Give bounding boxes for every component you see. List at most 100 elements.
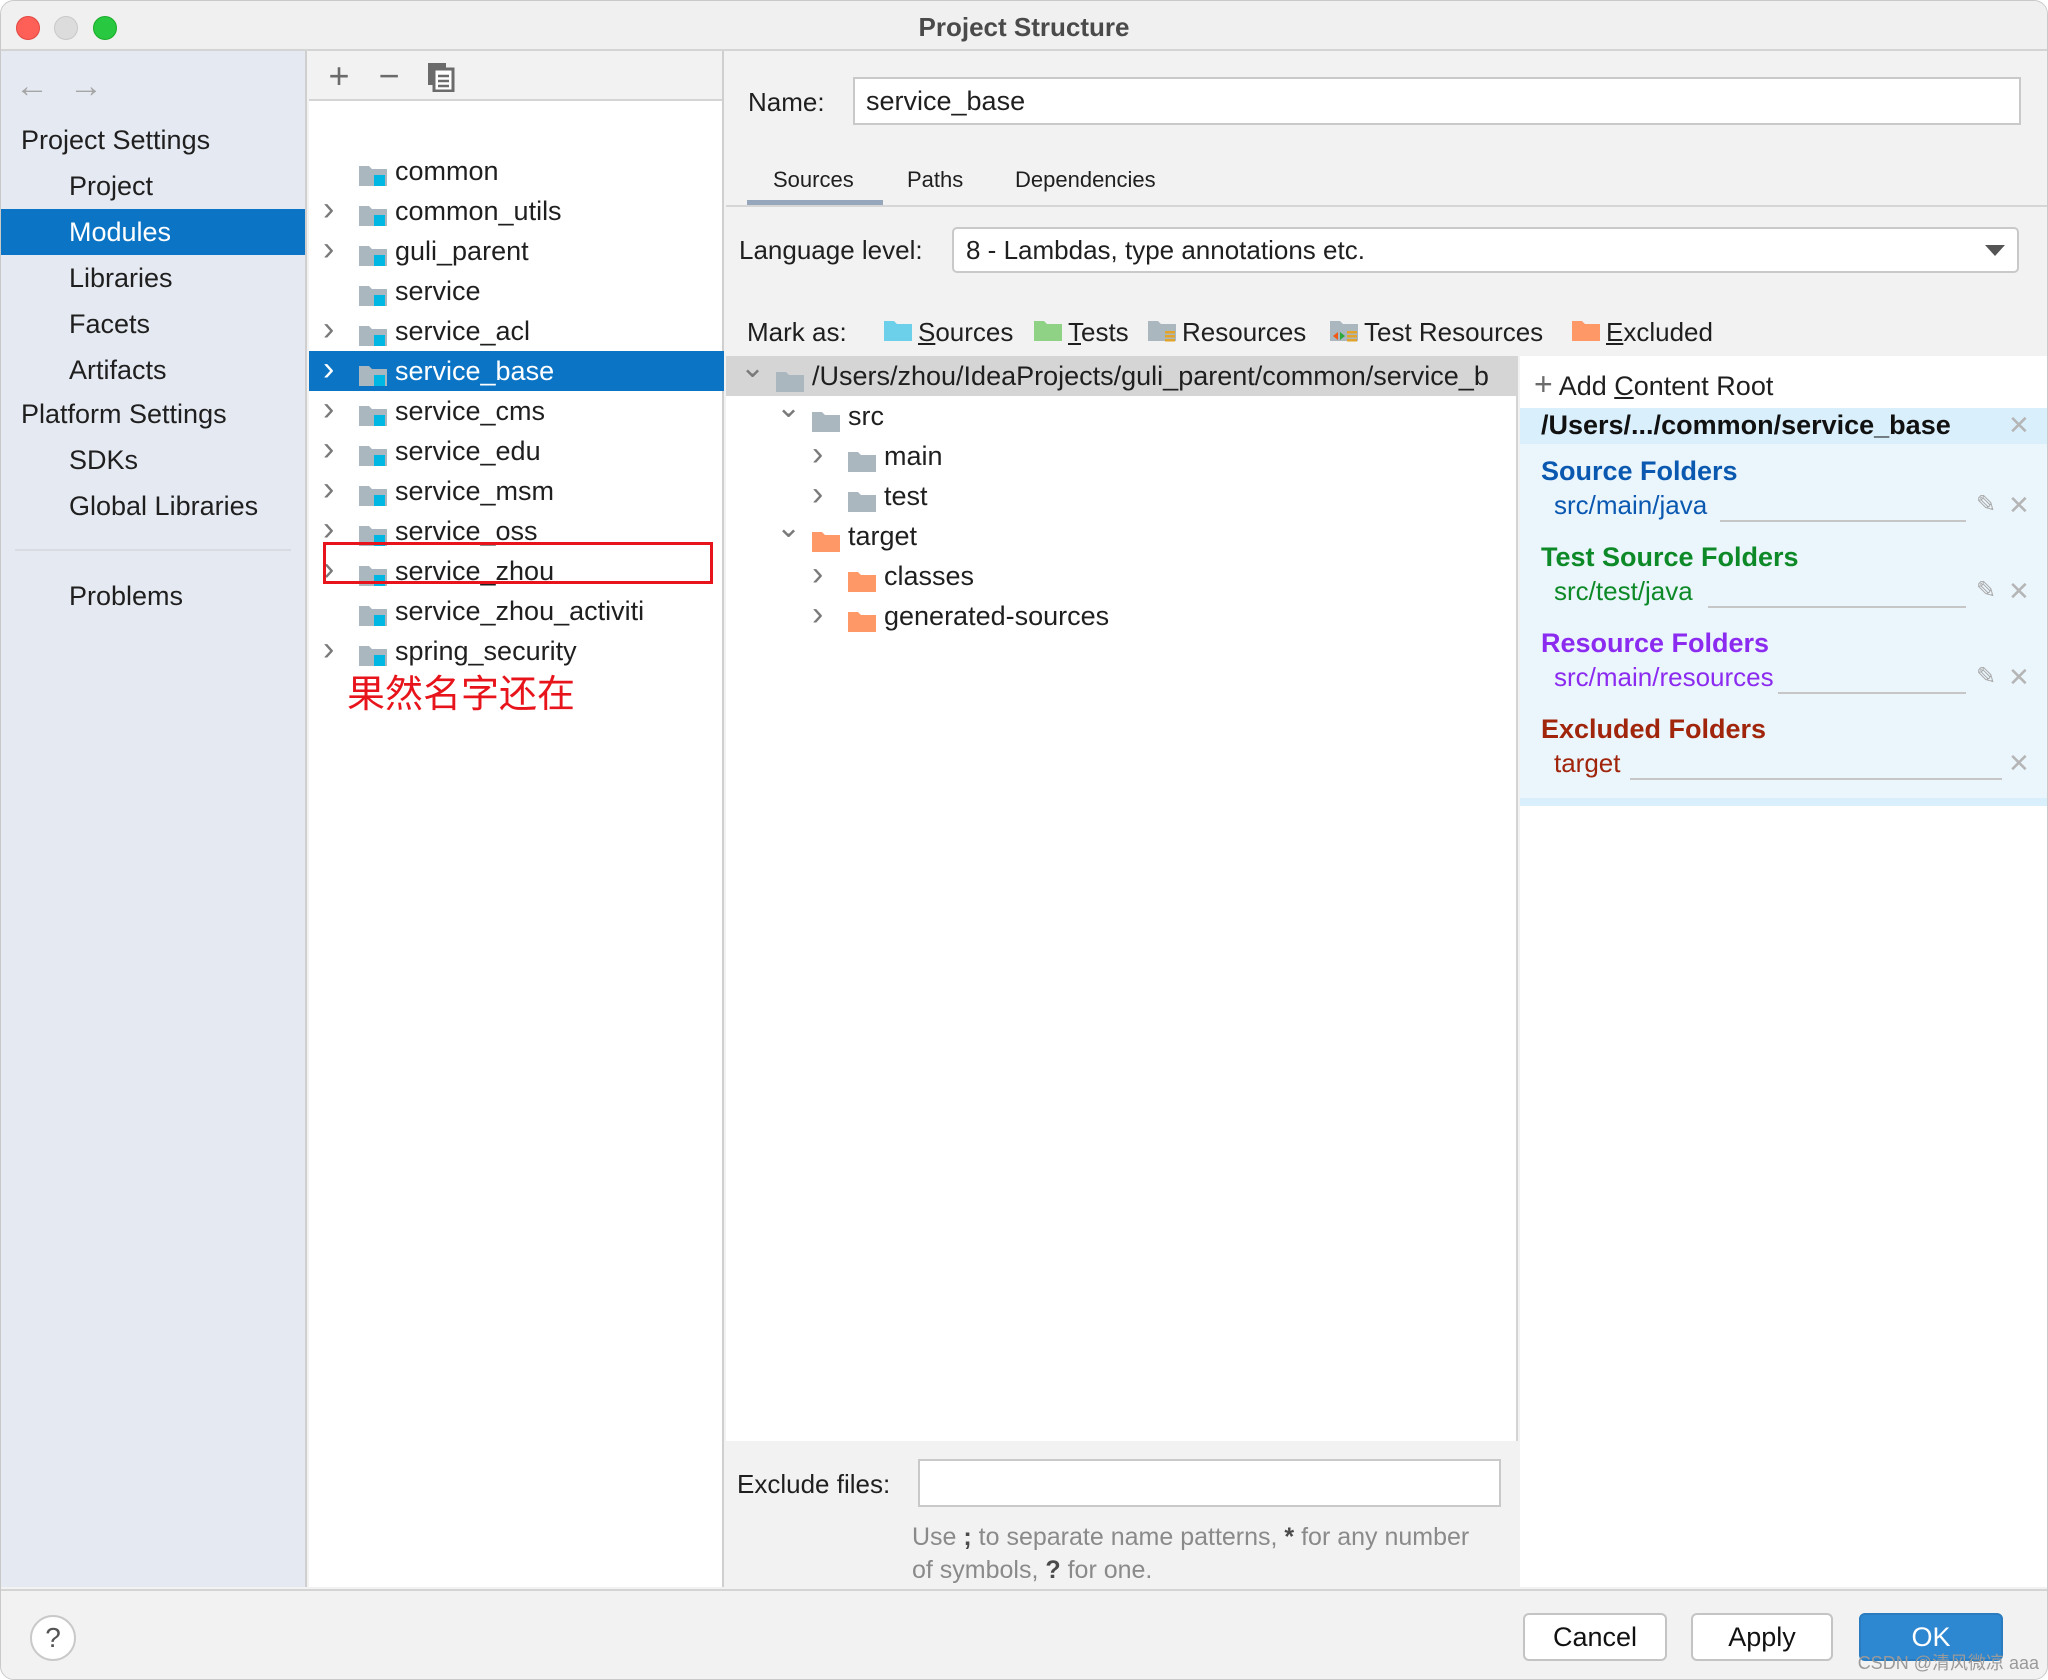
mark-as-test-resources-button[interactable]: Test Resources — [1330, 317, 1543, 348]
tree-node[interactable]: ⌄ src — [726, 396, 1518, 436]
sidebar-item-problems[interactable]: Problems — [1, 573, 305, 619]
module-folder-icon — [359, 439, 389, 466]
folder-path: target — [1554, 748, 1621, 778]
sidebar-divider — [15, 549, 291, 551]
module-folder-icon — [359, 319, 389, 346]
language-level-select[interactable]: 8 - Lambdas, type annotations etc. — [952, 227, 2019, 273]
module-item[interactable]: › common_utils — [309, 191, 724, 231]
plus-icon[interactable]: + — [321, 55, 357, 97]
sidebar-item-global-libraries[interactable]: Global Libraries — [1, 483, 305, 529]
tests-folder-icon — [1034, 319, 1064, 341]
tab-sources[interactable]: Sources — [773, 167, 854, 193]
edit-pencil-icon[interactable]: ✎ — [1976, 490, 1996, 519]
language-level-label: Language level: — [739, 235, 923, 265]
mark-as-resources-button[interactable]: Resources — [1148, 317, 1306, 348]
chevron-down-icon[interactable]: ⌄ — [776, 516, 801, 548]
arrow-left-icon[interactable]: ← — [15, 67, 49, 105]
chevron-right-icon[interactable]: › — [323, 631, 343, 667]
folder-underline — [1720, 520, 1966, 522]
module-name: service_msm — [395, 476, 555, 506]
remove-folder-icon[interactable]: ✕ — [2008, 662, 2030, 693]
history-nav: ← → — [15, 67, 123, 106]
chevron-right-icon[interactable]: › — [323, 231, 343, 267]
mnemonic: E — [1606, 317, 1624, 347]
chevron-right-icon[interactable]: › — [323, 311, 343, 347]
module-item[interactable]: › service_msm — [309, 471, 724, 511]
tab-dependencies[interactable]: Dependencies — [1015, 167, 1156, 193]
module-name-input[interactable]: service_base — [853, 77, 2021, 125]
sidebar-item-modules[interactable]: Modules — [1, 209, 305, 255]
tree-node[interactable]: › test — [726, 476, 1518, 516]
chevron-right-icon[interactable]: › — [812, 436, 823, 474]
module-item[interactable]: service — [309, 271, 724, 311]
module-folder-icon — [359, 639, 389, 666]
language-level-value: 8 - Lambdas, type annotations etc. — [966, 235, 1365, 265]
tab-paths[interactable]: Paths — [907, 167, 963, 193]
highlight-annotation-box — [323, 542, 713, 584]
help-button[interactable]: ? — [30, 1615, 76, 1661]
module-item[interactable]: service_zhou_activiti — [309, 591, 724, 631]
remove-folder-icon[interactable]: ✕ — [2008, 490, 2030, 521]
sidebar-item-facets[interactable]: Facets — [1, 301, 305, 347]
sidebar-item-project[interactable]: Project — [1, 163, 305, 209]
copy-icon[interactable] — [423, 59, 459, 101]
chevron-right-icon[interactable]: › — [323, 471, 343, 507]
module-name: common — [395, 156, 499, 186]
tree-node[interactable]: › generated-sources — [726, 596, 1518, 636]
module-folder-icon — [359, 279, 389, 306]
mark-as-tests-button[interactable]: Tests — [1034, 317, 1129, 348]
sidebar-item-libraries[interactable]: Libraries — [1, 255, 305, 301]
remove-folder-icon[interactable]: ✕ — [2008, 748, 2030, 779]
chevron-right-icon[interactable]: › — [323, 351, 343, 387]
excluded-folder-icon — [848, 565, 876, 592]
module-item[interactable]: › guli_parent — [309, 231, 724, 271]
chevron-right-icon[interactable]: › — [323, 391, 343, 427]
exclude-files-hint: Use ; to separate name patterns, * for a… — [912, 1521, 1472, 1587]
edit-pencil-icon[interactable]: ✎ — [1976, 662, 1996, 691]
mark-as-label: Mark as: — [747, 317, 847, 347]
module-item[interactable]: › service_acl — [309, 311, 724, 351]
mark-as-excluded-button[interactable]: Excluded — [1572, 317, 1713, 348]
tree-node[interactable]: › classes — [726, 556, 1518, 596]
chevron-down-icon[interactable]: ⌄ — [776, 396, 801, 428]
chevron-right-icon[interactable]: › — [812, 476, 823, 514]
mark-as-label: xcluded — [1623, 317, 1713, 347]
sidebar-item-sdks[interactable]: SDKs — [1, 437, 305, 483]
module-folder-icon — [359, 479, 389, 506]
module-item[interactable]: › service_edu — [309, 431, 724, 471]
chevron-right-icon[interactable]: › — [812, 556, 823, 594]
remove-folder-icon[interactable]: ✕ — [2008, 576, 2030, 607]
excluded-folder-icon — [1572, 319, 1602, 341]
mark-as-sources-button[interactable]: Sources — [884, 317, 1013, 348]
folder-underline — [1708, 606, 1966, 608]
chevron-right-icon[interactable]: › — [323, 191, 343, 227]
hint-text: to separate name patterns, — [971, 1523, 1285, 1551]
chevron-right-icon[interactable]: › — [812, 596, 823, 634]
module-item[interactable]: › service_cms — [309, 391, 724, 431]
mnemonic: T — [1068, 317, 1081, 347]
add-content-root-button[interactable]: + Add Content Root — [1534, 366, 1773, 403]
apply-button[interactable]: Apply — [1691, 1613, 1833, 1661]
sidebar-item-artifacts[interactable]: Artifacts — [1, 347, 305, 393]
window-title: Project Structure — [918, 12, 1130, 42]
exclude-files-input[interactable] — [918, 1459, 1501, 1507]
module-folder-icon — [359, 199, 389, 226]
tree-node[interactable]: ⌄ /Users/zhou/IdeaProjects/guli_parent/co… — [726, 356, 1518, 396]
arrow-right-icon[interactable]: → — [69, 67, 103, 105]
edit-pencil-icon[interactable]: ✎ — [1976, 576, 1996, 605]
tree-node[interactable]: › main — [726, 436, 1518, 476]
tree-node[interactable]: ⌄ target — [726, 516, 1518, 556]
remove-content-root-icon[interactable]: ✕ — [2008, 410, 2030, 441]
minus-icon[interactable]: − — [371, 55, 407, 97]
module-folder-icon — [359, 359, 389, 386]
chevron-right-icon[interactable]: › — [323, 431, 343, 467]
excluded-folder-icon — [848, 605, 876, 632]
module-item[interactable]: › service_base — [309, 351, 724, 391]
module-folder-icon — [359, 599, 389, 626]
name-label: Name: — [748, 87, 825, 117]
module-item[interactable]: common — [309, 151, 724, 191]
cancel-button[interactable]: Cancel — [1523, 1613, 1667, 1661]
chevron-down-icon[interactable]: ⌄ — [740, 356, 765, 388]
mark-as-label: ests — [1081, 317, 1129, 347]
mark-as-label: Test Resources — [1364, 317, 1544, 347]
